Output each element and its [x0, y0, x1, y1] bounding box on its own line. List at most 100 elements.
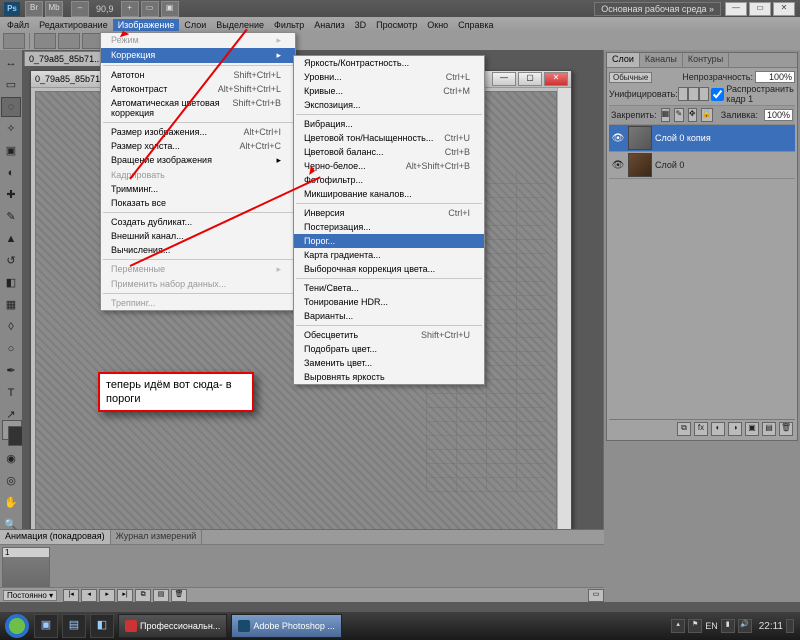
unify-style-icon[interactable]	[699, 87, 710, 101]
frame-thumbnail[interactable]	[3, 557, 49, 587]
maximize-icon[interactable]: ▭	[749, 2, 771, 16]
marquee-tool[interactable]: ▭	[1, 75, 21, 95]
menu-filter[interactable]: Фильтр	[269, 19, 309, 31]
adjust-menu-item[interactable]: Кривые...Ctrl+M	[294, 84, 484, 98]
start-button[interactable]	[2, 614, 32, 638]
first-frame-icon[interactable]: |◂	[63, 589, 79, 602]
layer-row[interactable]: 👁 Слой 0 копия	[609, 125, 795, 152]
image-menu-item[interactable]: Размер изображения...Alt+Ctrl+I	[101, 125, 295, 139]
visibility-icon[interactable]: 👁	[611, 160, 625, 171]
tray-sound-icon[interactable]: 🔊	[738, 619, 752, 633]
adjust-menu-item[interactable]: Выборочная коррекция цвета...	[294, 262, 484, 276]
adjustment-layer-icon[interactable]: ◑	[728, 422, 742, 436]
image-menu-item[interactable]: Коррекция▸	[101, 48, 295, 63]
adjust-menu-item[interactable]: Заменить цвет...	[294, 356, 484, 370]
lock-pixels-icon[interactable]: ▦	[661, 108, 671, 122]
menu-edit[interactable]: Редактирование	[34, 19, 113, 31]
move-tool[interactable]: ↔	[1, 53, 21, 73]
history-brush-tool[interactable]: ↺	[1, 251, 21, 271]
new-layer-icon[interactable]: ▤	[762, 422, 776, 436]
menu-layers[interactable]: Слои	[179, 19, 211, 31]
next-frame-icon[interactable]: ▸|	[117, 589, 133, 602]
adjust-menu-item[interactable]: Уровни...Ctrl+L	[294, 70, 484, 84]
menu-help[interactable]: Справка	[453, 19, 498, 31]
adjust-menu-item[interactable]: Порог...	[294, 234, 484, 248]
vertical-scrollbar[interactable]	[557, 88, 571, 547]
lock-all-icon[interactable]: 🔒	[701, 108, 713, 122]
menu-select[interactable]: Выделение	[211, 19, 269, 31]
bridge-button[interactable]: Br	[25, 1, 43, 17]
minibridge-button[interactable]: Mb	[45, 1, 63, 17]
blend-mode-select[interactable]: Обычные	[609, 72, 652, 83]
adjust-menu-item[interactable]: Тонирование HDR...	[294, 295, 484, 309]
image-menu-item[interactable]: Вращение изображения▸	[101, 153, 295, 168]
wand-tool[interactable]: ✧	[1, 119, 21, 139]
adjust-menu-item[interactable]: Варианты...	[294, 309, 484, 323]
minimize-icon[interactable]: —	[725, 2, 747, 16]
tab-paths[interactable]: Контуры	[683, 53, 729, 67]
play-icon[interactable]: ▸	[99, 589, 115, 602]
image-menu-item[interactable]: Вычисления...	[101, 243, 295, 257]
timeline-mode-icon[interactable]: ▭	[588, 589, 604, 602]
3d-tool[interactable]: ◉	[1, 449, 21, 469]
tab-measurement-log[interactable]: Журнал измерений	[111, 530, 203, 544]
lock-move-icon[interactable]: ✥	[688, 108, 697, 122]
adjust-menu-item[interactable]: Постеризация...	[294, 220, 484, 234]
3d-camera-tool[interactable]: ◎	[1, 471, 21, 491]
blur-tool[interactable]: ◊	[1, 317, 21, 337]
fill-input[interactable]: 100%	[764, 109, 793, 121]
adjust-menu-item[interactable]: Яркость/Контрастность...	[294, 56, 484, 70]
pin-app-icon[interactable]: ◧	[90, 614, 114, 638]
layer-name[interactable]: Слой 0	[655, 160, 684, 170]
adjust-menu-item[interactable]: Цветовой баланс...Ctrl+B	[294, 145, 484, 159]
close-icon[interactable]: ✕	[773, 2, 795, 16]
adjust-menu-item[interactable]: Тени/Света...	[294, 281, 484, 295]
image-menu-item[interactable]: Тримминг...	[101, 182, 295, 196]
group-icon[interactable]: ▣	[745, 422, 759, 436]
trash-icon[interactable]: 🗑	[779, 422, 793, 436]
pin-folder-icon[interactable]: ▤	[62, 614, 86, 638]
tween-icon[interactable]: ⧉	[135, 589, 151, 602]
doc-close-icon[interactable]: ✕	[544, 72, 568, 86]
doc-maximize-icon[interactable]: ▢	[518, 72, 542, 86]
image-menu-item[interactable]: Внешний канал...	[101, 229, 295, 243]
eraser-tool[interactable]: ◧	[1, 273, 21, 293]
menu-3d[interactable]: 3D	[350, 19, 372, 31]
unify-position-icon[interactable]	[678, 87, 689, 101]
adjust-menu-item[interactable]: Черно-белое...Alt+Shift+Ctrl+B	[294, 159, 484, 173]
selection-add-icon[interactable]	[58, 33, 80, 49]
eyedropper-tool[interactable]: ◐	[1, 163, 21, 183]
adjust-menu-item[interactable]: Вибрация...	[294, 117, 484, 131]
visibility-icon[interactable]: 👁	[611, 133, 625, 144]
brush-tool[interactable]: ✎	[1, 207, 21, 227]
task-opera[interactable]: Профессиональн...	[118, 614, 227, 638]
prev-frame-icon[interactable]: ◂	[81, 589, 97, 602]
adjust-menu-item[interactable]: Фотофильтр...	[294, 173, 484, 187]
task-photoshop[interactable]: Adobe Photoshop ...	[231, 614, 342, 638]
lasso-tool[interactable]: ◌	[1, 97, 21, 117]
pin-explorer-icon[interactable]: ▣	[34, 614, 58, 638]
adjust-menu-item[interactable]: Выровнять яркость	[294, 370, 484, 384]
propagate-checkbox[interactable]	[711, 88, 724, 101]
selection-new-icon[interactable]	[34, 33, 56, 49]
heal-tool[interactable]: ✚	[1, 185, 21, 205]
zoom-out-button[interactable]: –	[71, 1, 89, 17]
loop-select[interactable]: Постоянно ▾	[3, 590, 57, 601]
layer-row[interactable]: 👁 Слой 0	[609, 152, 795, 179]
image-menu-item[interactable]: Размер холста...Alt+Ctrl+C	[101, 139, 295, 153]
unify-visibility-icon[interactable]	[688, 87, 699, 101]
clock[interactable]: 22:11	[759, 621, 783, 632]
show-desktop-button[interactable]	[786, 619, 794, 633]
doc-minimize-icon[interactable]: —	[492, 72, 516, 86]
duplicate-frame-icon[interactable]: ▤	[153, 589, 169, 602]
gradient-tool[interactable]: ▦	[1, 295, 21, 315]
image-menu-item[interactable]: АвтотонShift+Ctrl+L	[101, 68, 295, 82]
screen-mode-button[interactable]: ▣	[161, 1, 179, 17]
adjust-menu-item[interactable]: Экспозиция...	[294, 98, 484, 112]
menu-analysis[interactable]: Анализ	[309, 19, 349, 31]
type-tool[interactable]: T	[1, 383, 21, 403]
mask-icon[interactable]: ◐	[711, 422, 725, 436]
layer-thumbnail[interactable]	[628, 153, 652, 177]
tray-show-hidden-icon[interactable]: ▴	[671, 619, 685, 633]
delete-frame-icon[interactable]: 🗑	[171, 589, 187, 602]
